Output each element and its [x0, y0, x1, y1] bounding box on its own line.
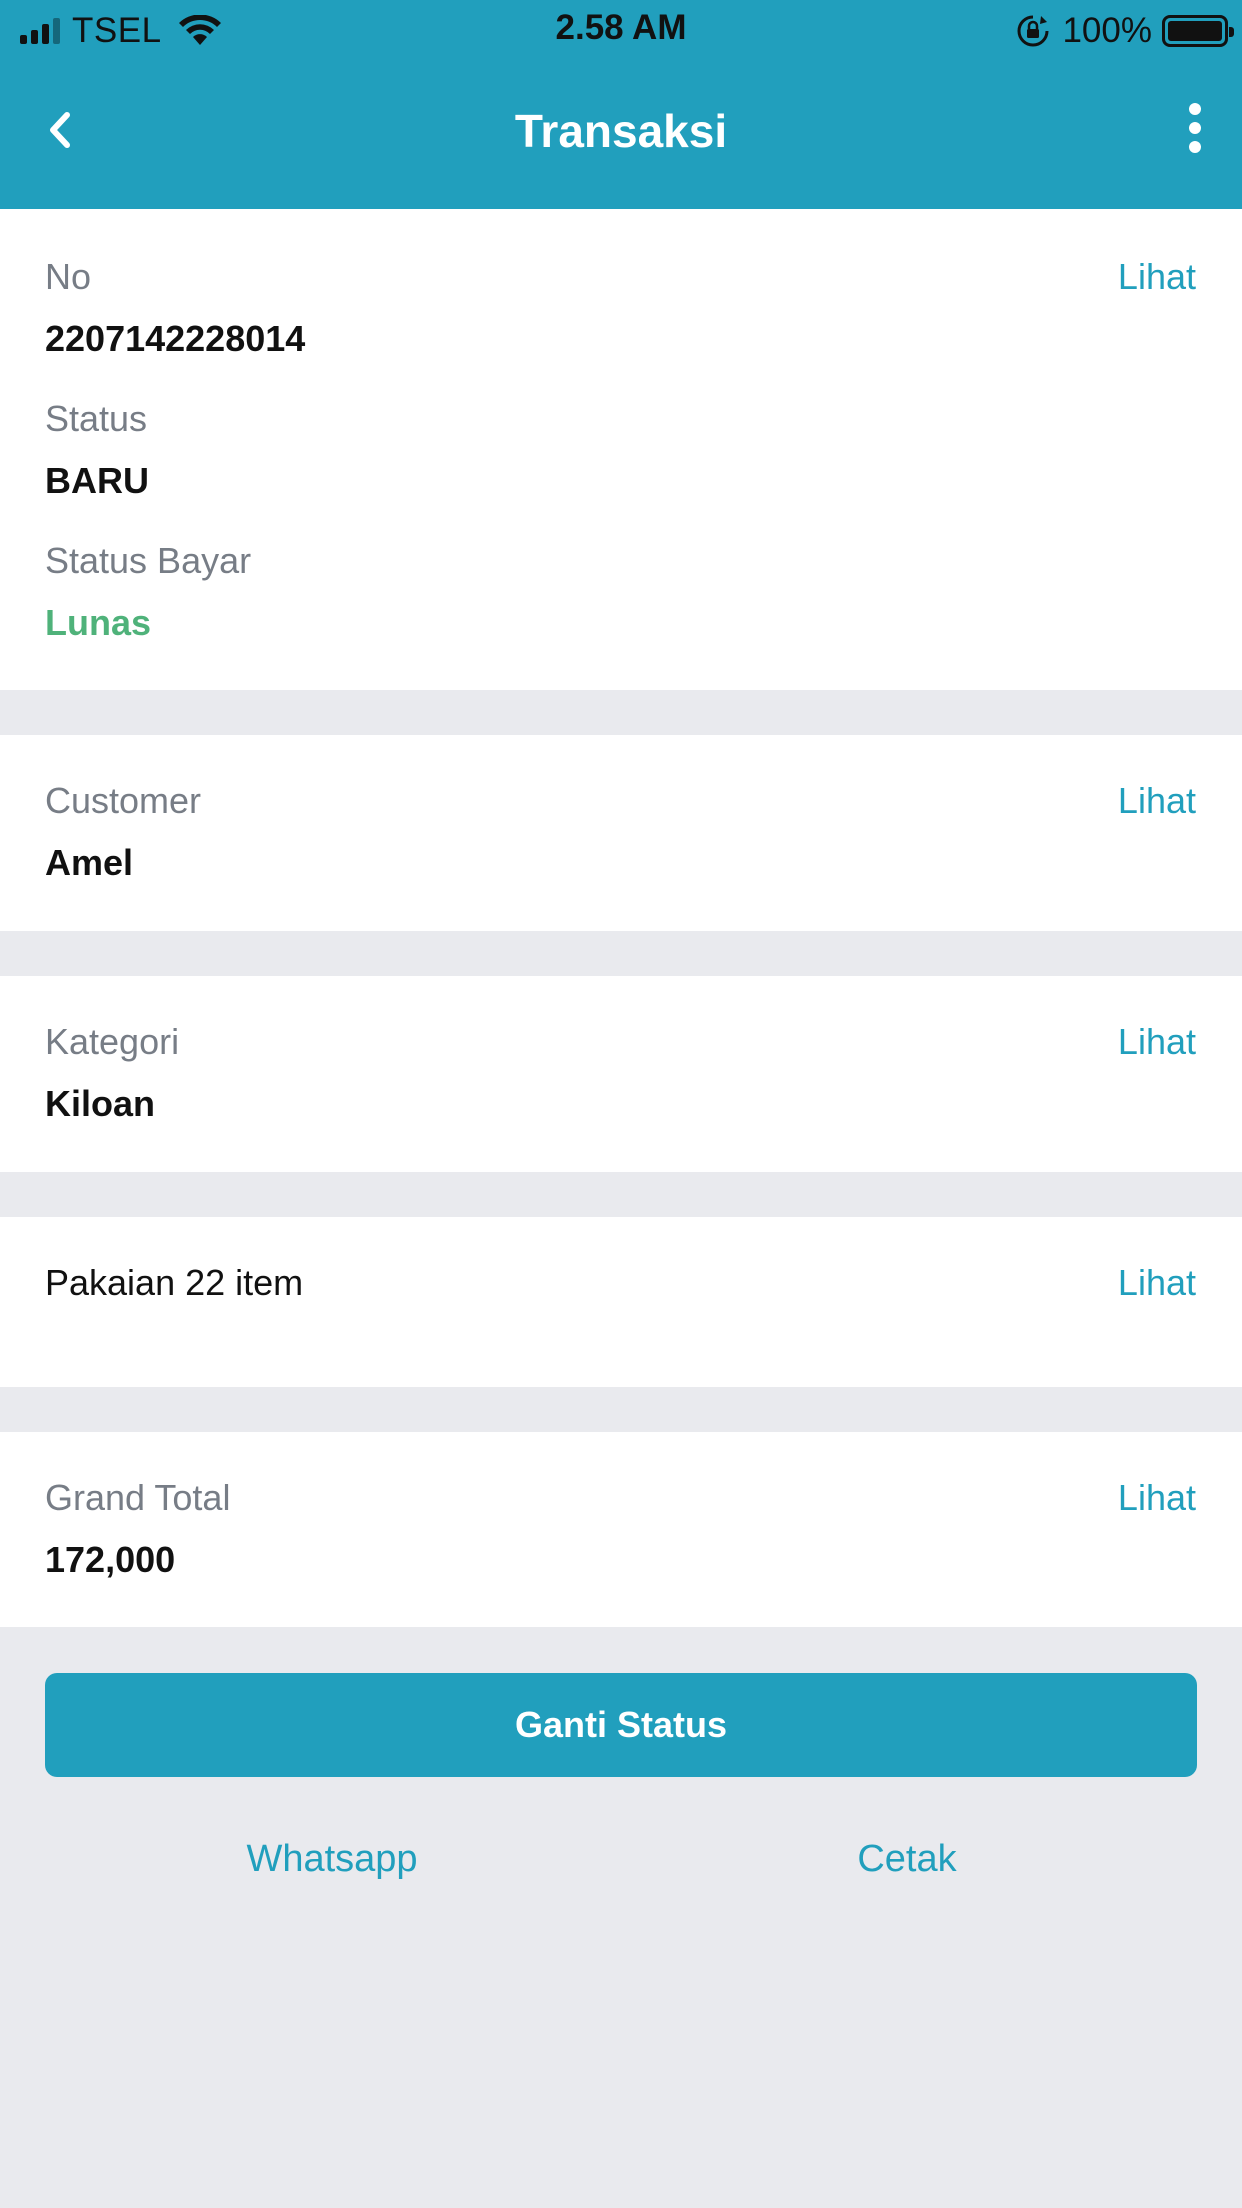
customer-card: Customer Lihat Amel [0, 735, 1242, 931]
total-card: Grand Total Lihat 172,000 [0, 1432, 1242, 1627]
status-value: BARU [45, 460, 149, 501]
customer-label: Customer [45, 780, 202, 821]
top-bar: TSEL 2.58 AM 100% Transaksi [0, 0, 1242, 209]
view-category-link[interactable]: Lihat [1118, 1021, 1196, 1063]
view-customer-link[interactable]: Lihat [1118, 780, 1196, 822]
status-bar: TSEL 2.58 AM 100% [0, 0, 1242, 62]
nav-bar: Transaksi [0, 62, 1242, 209]
category-card: Kategori Lihat Kiloan [0, 976, 1242, 1172]
no-label: No [45, 256, 92, 297]
status-label: Status [45, 398, 148, 439]
battery-icon [1162, 15, 1234, 47]
orientation-lock-icon [1018, 15, 1049, 47]
pay-status-value: Lunas [45, 602, 152, 643]
transaction-card: No Lihat 2207142228014 Status BARU Statu… [0, 209, 1242, 690]
items-card: Pakaian 22 item Lihat [0, 1217, 1242, 1387]
category-label: Kategori [45, 1021, 180, 1062]
grand-total-value: 172,000 [45, 1539, 176, 1580]
pay-status-label: Status Bayar [45, 540, 252, 581]
category-value: Kiloan [45, 1083, 156, 1124]
view-items-link[interactable]: Lihat [1118, 1262, 1196, 1304]
items-summary: Pakaian 22 item [45, 1262, 304, 1303]
change-status-button[interactable]: Ganti Status [45, 1673, 1197, 1777]
grand-total-label: Grand Total [45, 1477, 231, 1518]
battery-percent: 100% [1062, 11, 1152, 50]
transaction-number: 2207142228014 [45, 318, 306, 359]
print-button[interactable]: Cetak [757, 1838, 1057, 1881]
page-title: Transaksi [514, 105, 728, 157]
app-root: TSEL 2.58 AM 100% Transaksi No Lihat 220… [0, 0, 1242, 2208]
more-menu-button[interactable] [1170, 98, 1220, 158]
view-total-link[interactable]: Lihat [1118, 1477, 1196, 1519]
status-right: 100% [1016, 10, 1234, 52]
whatsapp-button[interactable]: Whatsapp [182, 1838, 482, 1881]
more-vertical-icon [1189, 103, 1201, 115]
view-transaction-link[interactable]: Lihat [1118, 256, 1196, 298]
customer-name: Amel [45, 842, 134, 883]
